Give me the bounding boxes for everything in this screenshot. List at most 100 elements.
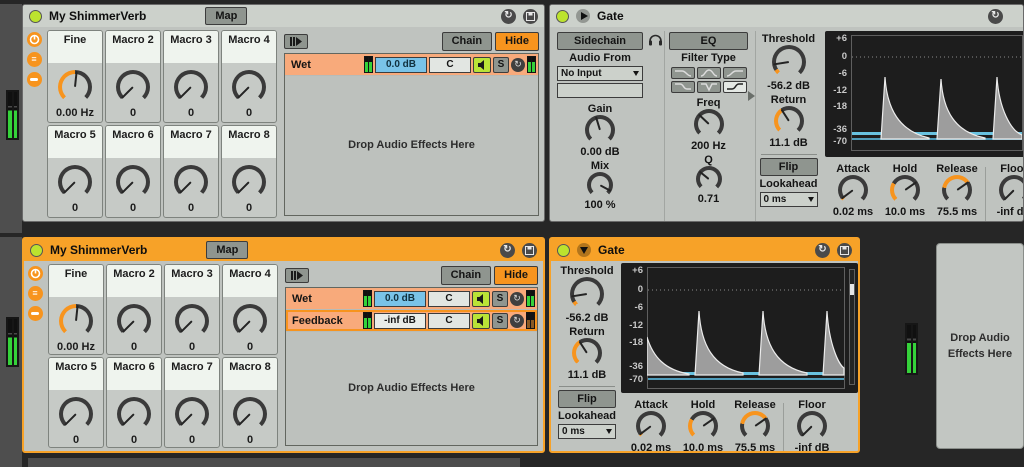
macro-name[interactable]: Macro 6 [106,126,160,158]
lookahead-select[interactable]: 0 ms [558,424,616,440]
macro-knob[interactable] [175,397,209,431]
threshold-value[interactable]: -56.2 dB [566,312,609,324]
mix-value[interactable]: 100 % [584,199,615,211]
floor-value[interactable]: -inf dB [997,206,1023,218]
gain-knob[interactable] [585,115,615,146]
macro-value[interactable]: 0.00 Hz [57,341,95,353]
hold-knob[interactable] [890,175,920,205]
freq-value[interactable]: 200 Hz [691,140,726,152]
map-button[interactable]: Map [206,240,249,260]
macro-value[interactable]: 0 [72,202,78,214]
macro-knob[interactable] [58,165,92,199]
macro-knob[interactable] [59,397,93,431]
hold-value[interactable]: 10.0 ms [683,442,723,451]
device-activator-led[interactable] [30,243,43,257]
threshold-knob[interactable] [771,45,806,79]
show-macros-icon[interactable] [27,266,43,281]
q-knob[interactable] [695,166,722,193]
hide-view-button[interactable]: Hide [494,266,538,285]
hold-value[interactable]: 10.0 ms [885,206,925,218]
macro-name[interactable]: Macro 7 [165,358,219,390]
macro-value[interactable]: 0 [246,107,252,119]
macro-name[interactable]: Macro 4 [223,265,277,297]
macro-knob[interactable] [117,397,151,431]
floor-value[interactable]: -inf dB [795,442,830,451]
auto-select-button[interactable] [285,268,309,283]
floor-knob[interactable] [797,411,827,441]
filter-lowpass-icon[interactable] [670,67,695,80]
macro-value[interactable]: 0 [130,107,136,119]
chain-pan[interactable]: C [428,312,470,329]
macro-value[interactable]: 0 [188,202,194,214]
chain-view-button[interactable]: Chain [441,32,493,51]
chain-activator-speaker-icon[interactable] [472,290,490,307]
release-knob[interactable] [942,175,972,205]
show-devices-icon[interactable] [27,306,43,321]
show-chain-list-icon[interactable]: ≡ [27,286,43,301]
headphones-icon[interactable] [648,33,663,51]
macro-knob[interactable] [117,304,151,338]
chain-solo-button[interactable]: S [493,56,509,73]
macro-value[interactable]: 0 [131,434,137,446]
eq-button[interactable]: EQ [669,32,748,51]
show-chain-list-icon[interactable]: ≡ [26,52,42,67]
threshold-knob[interactable] [570,277,604,311]
device-drop-zone[interactable]: Drop Audio Effects Here [286,332,537,445]
device-activator-led[interactable] [29,9,42,23]
chain-row-feedback[interactable]: Feedback -inf dB C S ↻ [286,310,537,331]
macro-knob[interactable] [116,70,150,104]
device-drop-panel[interactable]: Drop Audio Effects Here [936,243,1024,449]
attack-knob[interactable] [838,175,868,205]
device-activator-led[interactable] [557,243,570,257]
macro-knob[interactable] [116,165,150,199]
macro-name[interactable]: Macro 7 [164,126,218,158]
gate-titlebar-bottom[interactable]: Gate ↻ [551,239,858,261]
macro-knob[interactable] [59,304,93,338]
macro-value[interactable]: 0 [130,202,136,214]
save-preset-icon[interactable] [837,242,852,258]
save-preset-icon[interactable] [523,8,538,24]
sidechain-expand-icon[interactable] [576,9,590,23]
macro-value[interactable]: 0 [189,341,195,353]
attack-value[interactable]: 0.02 ms [631,442,671,451]
chain-hot-swap-icon[interactable]: ↻ [510,313,524,328]
chain-row-wet[interactable]: Wet 0.0 dB C S ↻ [285,54,538,75]
chain-volume[interactable]: -inf dB [374,312,426,329]
chain-volume[interactable]: 0.0 dB [375,56,427,73]
lookahead-select[interactable]: 0 ms [759,192,818,208]
filter-lowshelf-icon[interactable] [670,81,695,94]
floor-knob[interactable] [999,175,1023,205]
rack-titlebar-bottom[interactable]: My ShimmerVerb Map ↻ [24,239,543,261]
macro-value[interactable]: 0 [189,434,195,446]
gain-value[interactable]: 0.00 dB [580,146,619,158]
q-value[interactable]: 0.71 [698,193,719,205]
macro-knob[interactable] [58,70,92,104]
filter-notch-icon[interactable] [696,81,721,94]
macro-value[interactable]: 0.00 Hz [56,107,94,119]
macro-name[interactable]: Macro 2 [106,31,160,63]
sidechain-expand-icon[interactable] [577,243,591,257]
chain-activator-speaker-icon[interactable] [473,56,491,73]
show-devices-icon[interactable] [26,72,42,87]
gate-titlebar-top[interactable]: Gate ↻ [550,5,1023,27]
chain-solo-button[interactable]: S [492,290,508,307]
attack-value[interactable]: 0.02 ms [833,206,873,218]
macro-name[interactable]: Macro 3 [165,265,219,297]
threshold-value[interactable]: -56.2 dB [767,80,810,92]
macro-value[interactable]: 0 [188,107,194,119]
macro-name[interactable]: Macro 6 [107,358,161,390]
release-knob[interactable] [740,411,770,441]
chain-pan[interactable]: C [429,56,471,73]
macro-name[interactable]: Macro 8 [222,126,276,158]
flip-button[interactable]: Flip [558,390,616,409]
save-preset-icon[interactable] [522,242,537,258]
return-knob[interactable] [773,106,804,136]
return-knob[interactable] [572,338,602,368]
chain-name[interactable]: Wet [291,59,362,71]
chain-volume[interactable]: 0.0 dB [374,290,426,307]
macro-knob[interactable] [174,70,208,104]
audio-from-channel-select[interactable] [557,83,643,99]
flip-button[interactable]: Flip [759,158,818,177]
device-drop-zone[interactable]: Drop Audio Effects Here [285,76,538,215]
auto-select-button[interactable] [284,34,308,49]
